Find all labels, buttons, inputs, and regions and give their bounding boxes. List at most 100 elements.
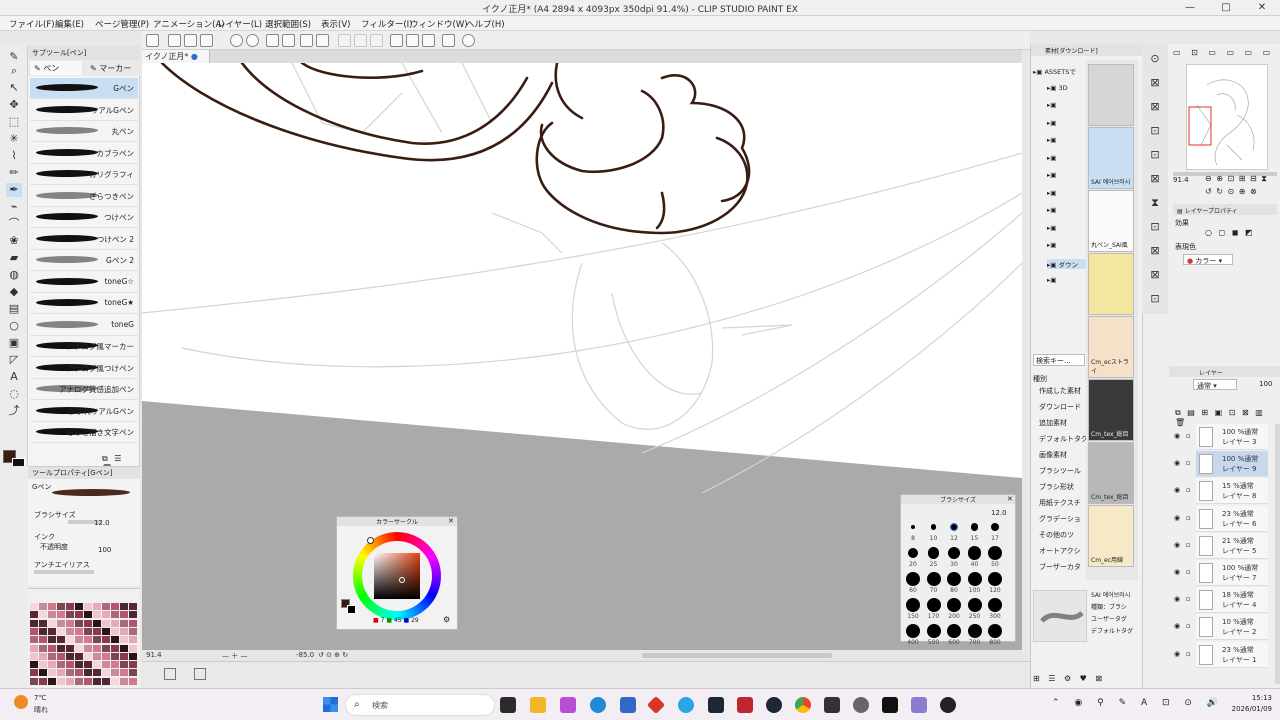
windows-start-icon[interactable] (323, 697, 338, 712)
brush-item[interactable]: ざらつきペン (30, 186, 138, 207)
frame-icon[interactable]: ▣ (6, 336, 22, 350)
navigator-preview[interactable] (1186, 64, 1268, 170)
palette-swatch[interactable] (48, 627, 56, 635)
material-thumb[interactable]: SAI 에어브러시 (1088, 127, 1134, 189)
pen-tool-icon[interactable]: ✒ (6, 183, 22, 197)
clear-icon[interactable] (338, 34, 351, 47)
palette-swatch[interactable] (129, 661, 137, 669)
palette-swatch[interactable] (66, 627, 74, 635)
layer-row[interactable]: ◉ ▫ 21 %通常 レイヤー 5 (1174, 532, 1268, 559)
vector-icon[interactable] (422, 34, 435, 47)
size-dot[interactable] (911, 525, 915, 529)
material-category[interactable]: 追加素材 (1039, 418, 1087, 428)
palette-swatch[interactable] (57, 644, 65, 652)
palette-swatch[interactable] (93, 611, 101, 619)
selection-icon[interactable]: ⬚ (6, 115, 22, 129)
palette-swatch[interactable] (129, 619, 137, 627)
material-tree-item[interactable]: ▸▣ (1047, 206, 1091, 214)
zoom-value[interactable]: 91.4 (146, 651, 162, 659)
app-a-icon[interactable] (737, 697, 753, 713)
material-category[interactable]: ブーザーカタ (1039, 562, 1087, 572)
palette-swatch[interactable] (111, 644, 119, 652)
brush-item[interactable]: toneG★ (30, 293, 138, 314)
layer-row[interactable]: ◉ ▫ 23 %通常 レイヤー 6 (1174, 505, 1268, 532)
material-category[interactable]: グラデーショ (1039, 514, 1087, 524)
palette-swatch[interactable] (39, 603, 47, 610)
palette-swatch[interactable] (48, 611, 56, 619)
edge-icon[interactable] (590, 697, 606, 713)
task-view-icon[interactable] (500, 697, 516, 713)
palette-swatch[interactable] (39, 644, 47, 652)
clock-date[interactable]: 2026/01/09 (1222, 705, 1272, 713)
palette-swatch[interactable] (48, 677, 56, 685)
palette-swatch[interactable] (48, 644, 56, 652)
panel-icon-3[interactable]: ⊠ (1147, 100, 1163, 114)
material-tree-item[interactable]: ▸▣ ASSETSで (1033, 66, 1077, 76)
palette-swatch[interactable] (120, 611, 128, 619)
palette-swatch[interactable] (48, 661, 56, 669)
palette-swatch[interactable] (30, 619, 38, 627)
palette-swatch[interactable] (66, 636, 74, 644)
layer-lock-icon[interactable]: ▫ (1186, 514, 1191, 522)
layer-lock-icon[interactable]: ▫ (1186, 568, 1191, 576)
app-blue-icon[interactable] (678, 697, 694, 713)
palette-swatch[interactable] (66, 652, 74, 660)
palette-swatch[interactable] (84, 611, 92, 619)
open-icon[interactable] (184, 34, 197, 47)
palette-swatch[interactable] (57, 611, 65, 619)
figure-icon[interactable]: ○ (6, 319, 22, 333)
angle-value[interactable]: -85.0 (296, 651, 314, 659)
brush-size-current[interactable]: 12.0 (991, 509, 1007, 517)
antialias-slider[interactable] (34, 570, 94, 574)
weather-desc[interactable]: 晴れ (34, 705, 48, 715)
brush-item[interactable]: toneG☆ (30, 272, 138, 293)
material-footer-icons[interactable]: ⊞ ☰ ⚙ ♥ ⊠ (1033, 674, 1105, 683)
material-category[interactable]: 画像素材 (1039, 450, 1087, 460)
saturation-value-box[interactable] (374, 553, 420, 599)
palette-swatch[interactable] (75, 644, 83, 652)
brush-item[interactable]: つけペン 2 (30, 229, 138, 250)
brush-icon[interactable]: ⌁ (6, 200, 22, 214)
app-purple-icon[interactable] (911, 697, 927, 713)
color-set-grid[interactable] (30, 603, 138, 687)
palette-swatch[interactable] (129, 652, 137, 660)
palette-swatch[interactable] (120, 652, 128, 660)
palette-swatch[interactable] (84, 636, 92, 644)
layer-opacity[interactable]: 100 (1259, 380, 1272, 388)
layer-lock-icon[interactable]: ▫ (1186, 432, 1191, 440)
zoom-icon[interactable]: ⌕ (6, 64, 22, 78)
menu-filter[interactable]: フィルター(I) (361, 18, 412, 30)
palette-swatch[interactable] (75, 661, 83, 669)
palette-swatch[interactable] (102, 611, 110, 619)
menu-file[interactable]: ファイル(F) (9, 18, 55, 30)
panel-tab-icons[interactable]: ▭ ⊡ ▭ ▭ ▭ ▭ (1173, 48, 1274, 57)
horizontal-scrollbar[interactable] (642, 653, 832, 658)
file-explorer-icon[interactable] (530, 697, 546, 713)
palette-swatch[interactable] (66, 669, 74, 677)
brush-item[interactable]: Gペン (30, 78, 138, 99)
palette-swatch[interactable] (30, 669, 38, 677)
eyedropper-icon[interactable]: ⌇ (6, 149, 22, 163)
palette-swatch[interactable] (120, 669, 128, 677)
size-dot[interactable] (926, 624, 941, 638)
brush-item[interactable]: もっと描き文字ペン (30, 422, 138, 443)
palette-swatch[interactable] (102, 661, 110, 669)
decoration-icon[interactable]: ❀ (6, 234, 22, 248)
palette-swatch[interactable] (66, 603, 74, 610)
palette-swatch[interactable] (39, 661, 47, 669)
palette-swatch[interactable] (57, 669, 65, 677)
size-dot[interactable] (908, 548, 918, 558)
operation-icon[interactable]: ↖ (6, 81, 22, 95)
palette-swatch[interactable] (57, 636, 65, 644)
weather-icon[interactable] (14, 695, 28, 709)
size-dot[interactable] (949, 522, 959, 532)
layer-scrollbar[interactable] (1275, 424, 1280, 684)
palette-swatch[interactable] (111, 661, 119, 669)
maximize-button[interactable]: □ (1208, 0, 1244, 16)
material-tree-item[interactable]: ▸▣ (1047, 276, 1091, 284)
palette-swatch[interactable] (75, 652, 83, 660)
palette-swatch[interactable] (39, 652, 47, 660)
material-category[interactable]: 用紙テクスチ (1039, 498, 1087, 508)
palette-swatch[interactable] (30, 661, 38, 669)
chrome-icon[interactable] (795, 697, 811, 713)
